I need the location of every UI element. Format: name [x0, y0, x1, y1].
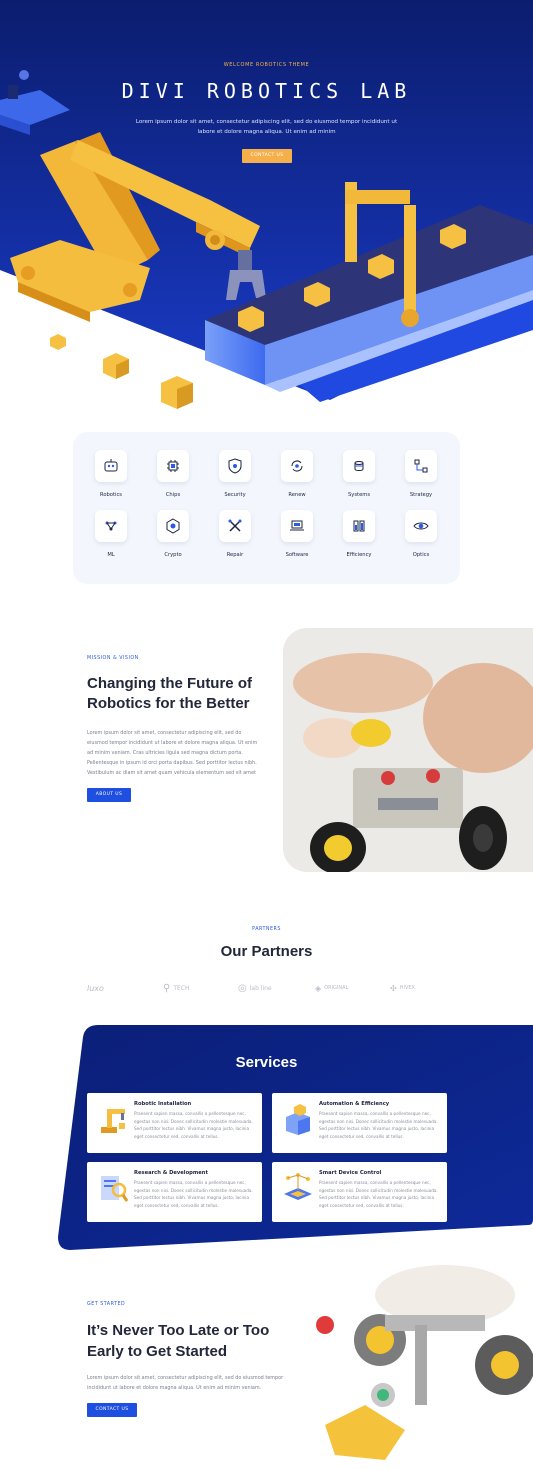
feature-label: Systems: [347, 492, 371, 498]
service-card[interactable]: Research & Development Praesent sapien m…: [87, 1162, 262, 1222]
features-icon-grid: Robotics Chips Security Renew Systems St…: [73, 432, 460, 584]
partner-mark-icon: ✣: [390, 983, 397, 993]
shield-icon: [228, 458, 242, 474]
hero-contact-button[interactable]: CONTACT US: [242, 149, 292, 163]
crypto-icon: [166, 518, 180, 534]
mission-text: Lorem ipsum dolor sit amet, consectetur …: [87, 730, 258, 776]
feature-strategy[interactable]: Strategy: [393, 450, 449, 510]
get-started-photo: [295, 1255, 533, 1469]
hero-title: DIVI ROBOTICS LAB: [121, 79, 412, 103]
feature-crypto[interactable]: Crypto: [145, 510, 201, 570]
feature-label: Optics: [412, 552, 430, 558]
feature-renew[interactable]: Renew: [269, 450, 325, 510]
partners-title: Our Partners: [220, 943, 313, 960]
robot-kit-photo: [283, 628, 533, 872]
feature-efficiency[interactable]: Efficiency: [331, 510, 387, 570]
partner-logo: ◎ lab line: [238, 982, 272, 994]
feature-security[interactable]: Security: [207, 450, 263, 510]
strategy-icon: [414, 459, 428, 473]
research-icon: [101, 1176, 129, 1202]
battery-icon: [353, 520, 365, 532]
partner-logo: ⚲ TECH: [163, 982, 190, 994]
partner-mark-icon: ⚲: [163, 982, 171, 994]
feature-robotics[interactable]: Robotics: [83, 450, 139, 510]
mission-photo: [283, 628, 533, 872]
feature-systems[interactable]: Systems: [331, 450, 387, 510]
get-started-eyebrow: GET STARTED: [87, 1302, 126, 1307]
chip-icon: [167, 460, 179, 472]
get-started-title: It’s Never Too Late or Too Early to Get …: [87, 1322, 270, 1360]
feature-chips[interactable]: Chips: [145, 450, 201, 510]
service-title: Automation & Efficiency: [319, 1101, 390, 1107]
renew-icon: [291, 460, 303, 472]
feature-label: Efficiency: [346, 552, 372, 558]
feature-label: Repair: [226, 552, 244, 558]
feature-optics[interactable]: Optics: [393, 510, 449, 570]
service-text: Praesent sapien massa, convallis a pelle…: [134, 1111, 253, 1139]
service-card[interactable]: Robotic Installation Praesent sapien mas…: [87, 1093, 262, 1153]
service-text: Praesent sapien massa, convallis a pelle…: [134, 1180, 253, 1208]
partner-logo: ◈ ORIGINAL: [315, 983, 349, 993]
feature-ml[interactable]: ML: [83, 510, 139, 570]
feature-label: Chips: [165, 492, 181, 498]
mission-eyebrow: MISSION & VISION: [87, 656, 139, 661]
feature-software[interactable]: Software: [269, 510, 325, 570]
partner-logo: luxo: [87, 983, 104, 993]
partner-mark-icon: ◎: [238, 982, 247, 994]
partner-mark-icon: ◈: [315, 983, 322, 993]
service-card[interactable]: Automation & Efficiency Praesent sapien …: [272, 1093, 447, 1153]
smart-device-icon: [284, 1173, 312, 1200]
tools-icon: [228, 519, 242, 532]
partner-logo: ✣ HIVEX: [390, 983, 415, 993]
about-us-button[interactable]: ABOUT US: [87, 788, 131, 802]
systems-icon: [354, 461, 364, 472]
feature-repair[interactable]: Repair: [207, 510, 263, 570]
box-icon: [286, 1104, 310, 1135]
partners-eyebrow: PARTNERS: [252, 927, 281, 932]
feature-label: Software: [285, 552, 309, 558]
feature-label: Security: [224, 492, 246, 498]
hero-section: WELCOME ROBOTICS THEME DIVI ROBOTICS LAB…: [0, 0, 533, 410]
hero-eyebrow: WELCOME ROBOTICS THEME: [223, 62, 310, 68]
get-started-text: Lorem ipsum dolor sit amet, consectetur …: [87, 1375, 284, 1391]
mission-title: Changing the Future of Robotics for the …: [87, 675, 252, 712]
service-title: Smart Device Control: [319, 1170, 382, 1176]
hero-text: Lorem ipsum dolor sit amet, consectetur …: [135, 119, 398, 135]
robot-icon: [104, 459, 118, 472]
feature-label: Strategy: [409, 492, 433, 498]
service-text: Praesent sapien massa, convallis a pelle…: [319, 1180, 438, 1208]
feature-label: Crypto: [164, 552, 182, 558]
network-icon: [105, 521, 117, 531]
robot-arm-icon: [101, 1109, 125, 1133]
feature-label: Renew: [288, 492, 306, 498]
services-title: Services: [235, 1054, 298, 1071]
service-title: Robotic Installation: [134, 1101, 192, 1107]
service-text: Praesent sapien massa, convallis a pelle…: [319, 1111, 438, 1139]
service-title: Research & Development: [134, 1170, 208, 1176]
get-started-contact-button[interactable]: CONTACT US: [87, 1403, 137, 1417]
feature-label: ML: [107, 552, 115, 558]
robot-wheels-photo: [295, 1255, 533, 1469]
laptop-icon: [290, 520, 304, 531]
feature-label: Robotics: [99, 492, 123, 498]
service-card[interactable]: Smart Device Control Praesent sapien mas…: [272, 1162, 447, 1222]
eye-icon: [413, 522, 429, 530]
